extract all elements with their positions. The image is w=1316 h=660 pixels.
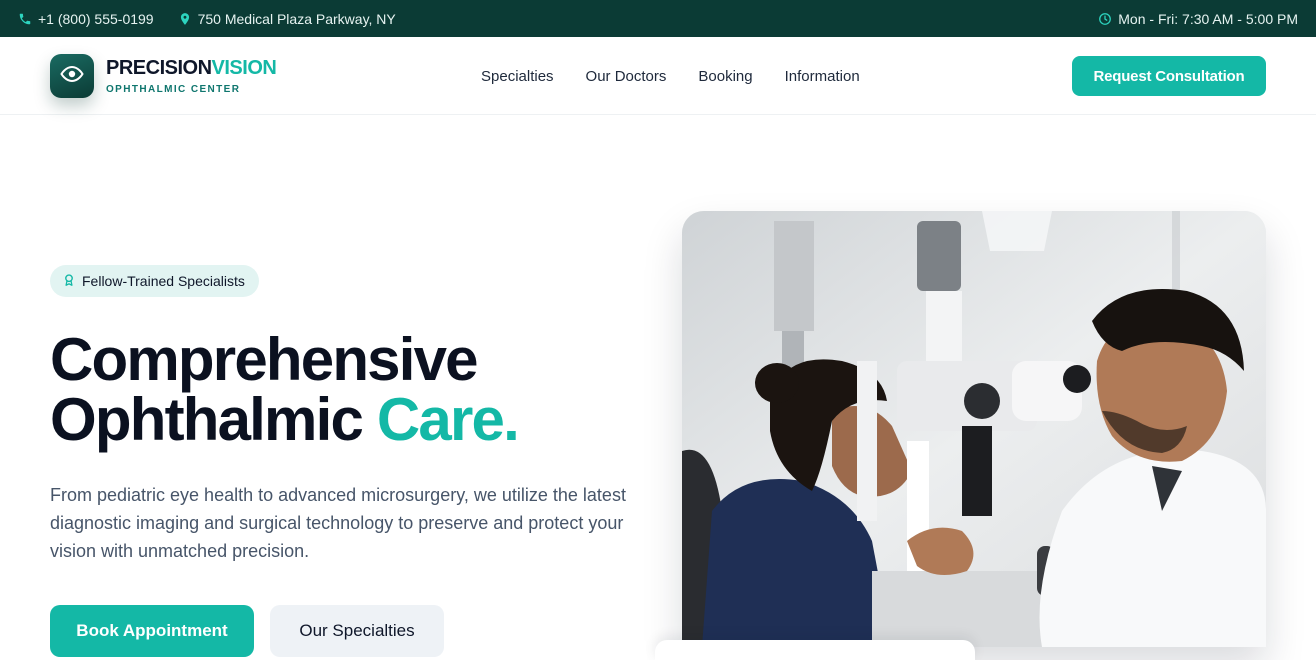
- brand-name: PRECISIONVISION: [106, 56, 277, 80]
- phone-link[interactable]: +1 (800) 555-0199: [18, 11, 154, 27]
- request-consultation-button[interactable]: Request Consultation: [1072, 56, 1266, 96]
- award-icon: [62, 273, 76, 290]
- specialists-badge: Fellow-Trained Specialists: [50, 265, 259, 297]
- hero-title-word-ophthalmic: Ophthalmic: [50, 386, 377, 453]
- brand-subtitle: OPHTHALMIC CENTER: [106, 84, 241, 95]
- hours-item: Mon - Fri: 7:30 AM - 5:00 PM: [1098, 11, 1298, 27]
- top-info-bar: +1 (800) 555-0199 750 Medical Plaza Park…: [0, 0, 1316, 37]
- address-text: 750 Medical Plaza Parkway, NY: [197, 10, 396, 27]
- hero-title-period: .: [503, 386, 520, 453]
- site-header: PRECISIONVISION OPHTHALMIC CENTER Specia…: [0, 37, 1316, 115]
- hero-title-line2: Ophthalmic Care.: [50, 390, 520, 450]
- address-link[interactable]: 750 Medical Plaza Parkway, NY: [178, 11, 396, 27]
- main-nav: Specialties Our Doctors Booking Informat…: [481, 37, 860, 115]
- phone-icon: [18, 12, 32, 26]
- brand-logo[interactable]: PRECISIONVISION OPHTHALMIC CENTER: [106, 56, 277, 95]
- contact-info: +1 (800) 555-0199 750 Medical Plaza Park…: [18, 0, 396, 37]
- clock-icon: [1098, 12, 1112, 26]
- eye-exam-illustration: [682, 211, 1266, 647]
- hours-info: Mon - Fri: 7:30 AM - 5:00 PM: [1098, 0, 1298, 37]
- book-appointment-button[interactable]: Book Appointment: [50, 605, 254, 657]
- map-pin-icon: [178, 12, 192, 26]
- brand-name-part1: PRECISION: [106, 57, 212, 79]
- hero-description: From pediatric eye health to advanced mi…: [50, 485, 626, 561]
- phone-number: +1 (800) 555-0199: [38, 10, 154, 27]
- nav-information[interactable]: Information: [785, 68, 860, 85]
- hours-text: Mon - Fri: 7:30 AM - 5:00 PM: [1118, 10, 1298, 27]
- hero-title-line1: Comprehensive: [50, 326, 479, 393]
- hero-title: Comprehensive Ophthalmic Care.: [50, 326, 520, 450]
- hero-title-word-care: Care: [376, 386, 505, 453]
- eye-icon: [60, 62, 84, 91]
- nav-our-doctors[interactable]: Our Doctors: [586, 68, 667, 85]
- nav-booking[interactable]: Booking: [698, 68, 752, 85]
- our-specialties-button[interactable]: Our Specialties: [270, 605, 444, 657]
- nav-specialties[interactable]: Specialties: [481, 68, 554, 85]
- brand-name-part2: VISION: [211, 57, 277, 79]
- floating-card-edge: [655, 640, 975, 660]
- badge-label: Fellow-Trained Specialists: [82, 273, 245, 289]
- logo-badge[interactable]: [50, 54, 94, 98]
- hero-photo-eye-exam: [682, 211, 1266, 647]
